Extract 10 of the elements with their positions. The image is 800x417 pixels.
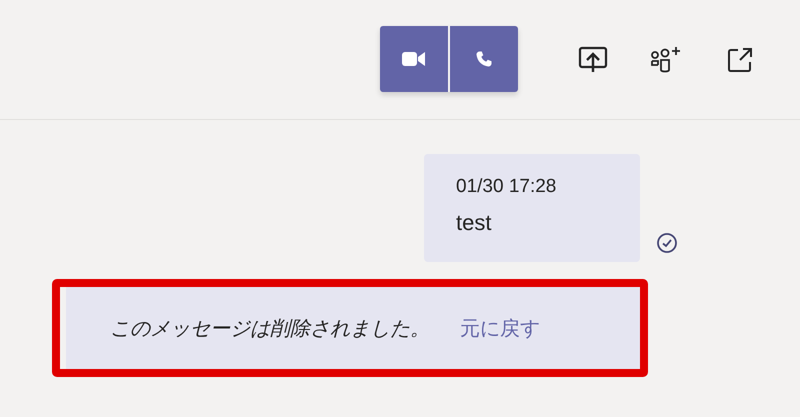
message-time: 01/30 17:28	[456, 176, 558, 198]
phone-icon	[475, 50, 493, 68]
audio-call-button[interactable]	[450, 26, 518, 92]
message-text: test	[456, 210, 492, 236]
undo-link[interactable]: 元に戻す	[460, 314, 540, 342]
deleted-notice-text: このメッセージは削除されました。	[110, 314, 430, 342]
video-camera-icon	[402, 51, 426, 67]
pop-out-icon[interactable]	[726, 46, 754, 74]
video-call-button[interactable]	[380, 26, 448, 92]
share-screen-icon[interactable]	[578, 46, 608, 74]
